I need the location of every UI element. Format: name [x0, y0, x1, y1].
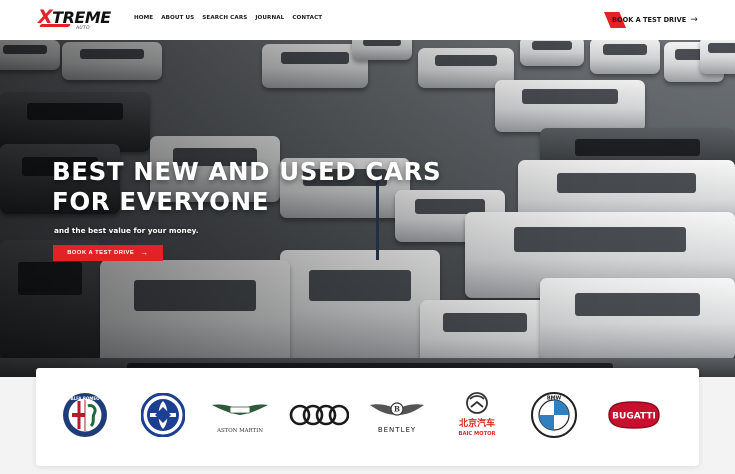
nav-about-us[interactable]: ABOUT US	[161, 15, 194, 21]
svg-text:ASTON MARTIN: ASTON MARTIN	[216, 428, 263, 434]
svg-text:BAIC MOTOR: BAIC MOTOR	[458, 431, 495, 437]
brand-logos-strip: ALFA ROMEO ASTON MARTIN B BENTLEY 北京汽车 B…	[36, 368, 699, 466]
nav-search-cars[interactable]: SEARCH CARS	[202, 15, 247, 21]
nav-journal[interactable]: JOURNAL	[255, 15, 284, 21]
aston-martin-icon: ASTON MARTIN	[212, 404, 268, 434]
hero-title: BEST NEW AND USED CARS FOR EVERYONE	[52, 157, 442, 216]
audi-logo[interactable]	[288, 390, 350, 440]
svg-text:BMW: BMW	[547, 395, 562, 401]
site-logo[interactable]: XTREME AUTO	[38, 8, 111, 34]
bugatti-icon: BUGATTI	[608, 401, 660, 429]
alfa-romeo-logo[interactable]: ALFA ROMEO	[60, 390, 110, 440]
header-test-drive-link[interactable]: BOOK A TEST DRIVE →	[604, 12, 698, 28]
svg-text:B: B	[394, 405, 400, 414]
bmw-roundel-icon: BMW	[531, 392, 577, 438]
aston-martin-logo[interactable]: ASTON MARTIN	[208, 390, 272, 440]
header-cta-label: BOOK A TEST DRIVE	[612, 16, 687, 24]
bentley-wings-icon: B BENTLEY	[370, 402, 424, 434]
logo-subtext: AUTO	[76, 26, 90, 31]
svg-text:ALFA ROMEO: ALFA ROMEO	[71, 396, 101, 401]
hero-banner: BEST NEW AND USED CARS FOR EVERYONE and …	[0, 40, 735, 377]
nav-contact[interactable]: CONTACT	[292, 15, 322, 21]
svg-text:BUGATTI: BUGATTI	[612, 412, 656, 422]
leyland-icon	[141, 393, 185, 437]
leyland-logo[interactable]	[140, 390, 186, 440]
arrow-right-icon: →	[140, 248, 149, 257]
arrow-right-icon: →	[690, 14, 698, 25]
alfa-romeo-icon: ALFA ROMEO	[63, 393, 107, 437]
svg-text:北京汽车: 北京汽车	[459, 417, 495, 429]
hero-subtitle: and the best value for your money.	[54, 226, 199, 235]
main-nav: HOME ABOUT US SEARCH CARS JOURNAL CONTAC…	[134, 15, 322, 21]
hero-test-drive-button[interactable]: BOOK A TEST DRIVE →	[53, 245, 163, 261]
baic-icon: 北京汽车 BAIC MOTOR	[458, 392, 496, 437]
logo-text: XTREME	[38, 6, 111, 28]
svg-text:BENTLEY: BENTLEY	[378, 426, 416, 434]
baic-motor-logo[interactable]: 北京汽车 BAIC MOTOR	[448, 390, 506, 440]
nav-home[interactable]: HOME	[134, 15, 153, 21]
hero-button-label: BOOK A TEST DRIVE	[67, 250, 135, 256]
site-header: XTREME AUTO HOME ABOUT US SEARCH CARS JO…	[0, 0, 735, 40]
bentley-logo[interactable]: B BENTLEY	[368, 390, 426, 440]
audi-rings-icon	[289, 404, 349, 426]
bugatti-logo[interactable]: BUGATTI	[604, 390, 664, 440]
bmw-logo[interactable]: BMW	[530, 390, 578, 440]
